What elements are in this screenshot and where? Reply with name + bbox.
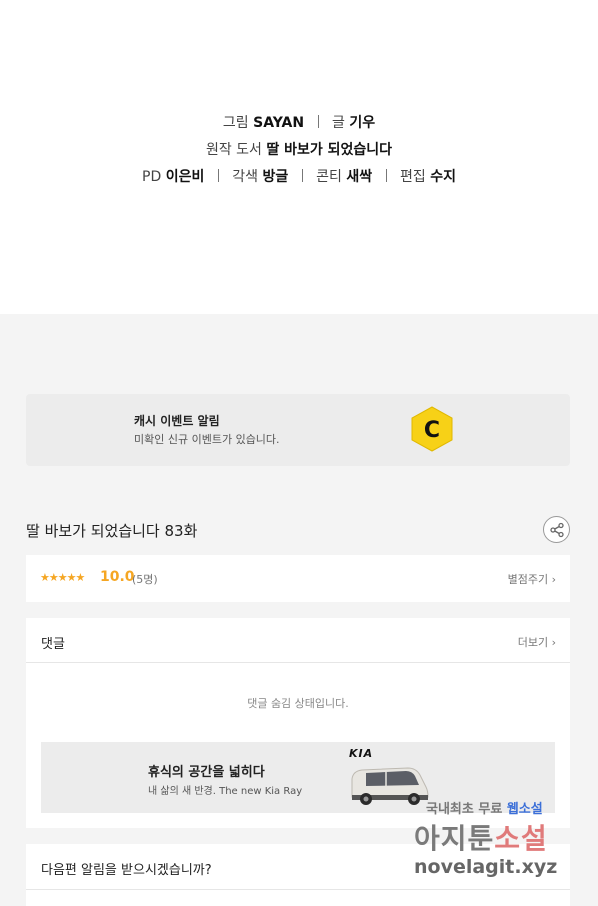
comments-card: 댓글 더보기 › 댓글 숨김 상태입니다. 휴식의 공간을 넓히다 내 삶의 새… (26, 618, 570, 828)
rating-score: 10.0 (100, 569, 135, 585)
edit-label: 편집 (400, 169, 426, 185)
watermark-line1-prefix: 국내최초 무료 (426, 802, 507, 817)
credits-section: 그림 SAYAN 글 기우 원작 도서 딸 바보가 되었습니다 PD 이은비 각… (0, 0, 598, 314)
storyboard-value: 새싹 (346, 169, 373, 185)
storyboard-label: 콘티 (316, 169, 342, 185)
watermark-line2-highlight: 소설 (494, 822, 548, 855)
separator (385, 169, 387, 182)
art-label: 그림 (222, 115, 249, 131)
credits-line-art-story: 그림 SAYAN 글 기우 (0, 112, 598, 132)
event-banner-subtitle: 미확인 신규 이벤트가 있습니다. (134, 433, 280, 446)
site-watermark: 국내최초 무료 웹소설 아지툰소설 novelagit.xyz (412, 798, 598, 888)
separator (317, 115, 319, 128)
ad-subline: 내 삶의 새 반경. The new Kia Ray (148, 786, 303, 797)
separator (217, 169, 219, 182)
coin-letter: C (424, 418, 440, 443)
rate-button[interactable]: 별점주기 › (508, 571, 556, 587)
chevron-right-icon: › (551, 573, 556, 586)
watermark-url: novelagit.xyz (414, 856, 558, 878)
credits-line-staff: PD 이은비 각색 방글 콘티 새싹 편집 수지 (0, 166, 598, 186)
comments-more-button[interactable]: 더보기 › (518, 634, 556, 650)
credits-line-original: 원작 도서 딸 바보가 되었습니다 (0, 139, 598, 159)
pd-value: 이은비 (165, 169, 205, 185)
ad-headline: 휴식의 공간을 넓히다 (148, 765, 265, 780)
edit-value: 수지 (430, 169, 456, 185)
comments-header: 댓글 더보기 › (26, 618, 570, 663)
pd-label: PD (142, 169, 162, 185)
comments-hidden-message: 댓글 숨김 상태입니다. (247, 697, 349, 710)
story-value: 기우 (349, 115, 376, 131)
event-banner-title: 캐시 이벤트 알림 (134, 414, 220, 428)
rating-count: (5명) (132, 573, 158, 586)
kia-logo: KIA (349, 747, 374, 760)
watermark-line1: 국내최초 무료 웹소설 (426, 798, 543, 817)
art-value: SAYAN (253, 115, 305, 131)
watermark-line2-prefix: 아지툰 (414, 822, 495, 855)
original-label: 원작 도서 (205, 142, 262, 158)
watermark-line2: 아지툰소설 (414, 817, 548, 857)
comments-title: 댓글 (41, 637, 65, 652)
adapt-label: 각색 (232, 169, 258, 185)
adapt-value: 방글 (262, 169, 289, 185)
watermark-line1-highlight: 웹소설 (506, 802, 543, 817)
cash-coin-icon: C (411, 406, 453, 452)
story-label: 글 (331, 115, 345, 131)
star-rating-icon: ★★★★★ (40, 571, 85, 584)
rate-button-label: 별점주기 (507, 573, 549, 586)
notify-question: 다음편 알림을 받으시겠습니까? (41, 863, 212, 878)
more-label: 더보기 (517, 636, 549, 649)
cash-event-banner[interactable]: 캐시 이벤트 알림 미확인 신규 이벤트가 있습니다. C (26, 394, 570, 466)
original-value: 딸 바보가 되었습니다 (266, 142, 393, 158)
share-icon (550, 522, 564, 538)
rating-card: ★★★★★ 10.0 (5명) 별점주기 › (26, 555, 570, 602)
separator (301, 169, 303, 182)
chevron-right-icon: › (551, 636, 556, 649)
episode-title: 딸 바보가 되었습니다 83화 (26, 522, 198, 540)
share-button[interactable] (543, 516, 570, 543)
